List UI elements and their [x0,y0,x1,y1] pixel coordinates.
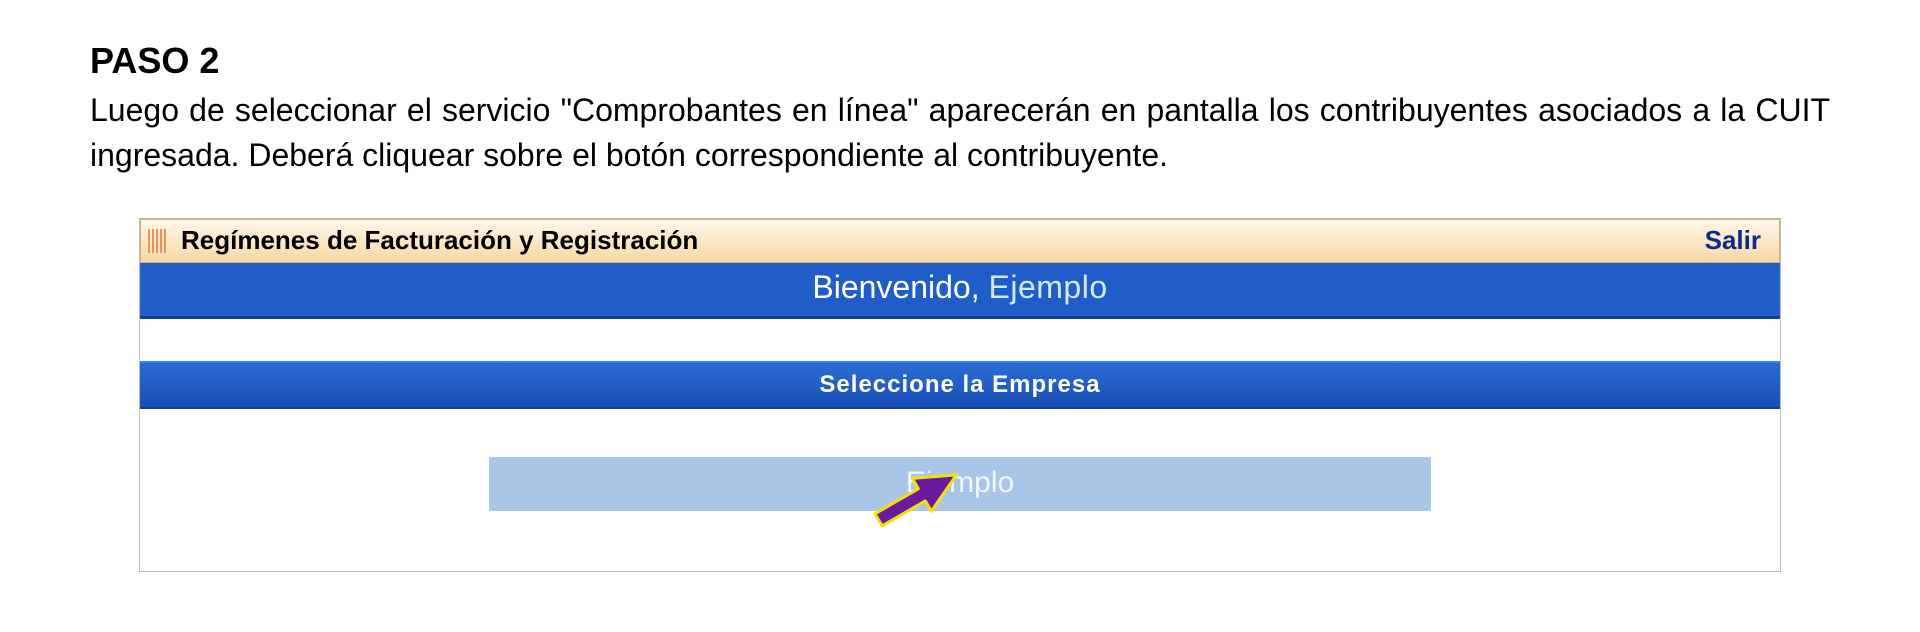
welcome-greeting: Bienvenido, [812,269,979,305]
title-strip-icon [141,220,173,262]
exit-link[interactable]: Salir [1687,225,1779,256]
welcome-bar: Bienvenido, Ejemplo [140,263,1780,319]
spacer [140,319,1780,361]
app-window: Regímenes de Facturación y Registración … [139,218,1781,572]
step-description: Luego de seleccionar el servicio "Compro… [90,88,1830,178]
pointer-arrow-icon [860,453,970,533]
titlebar: Regímenes de Facturación y Registración … [140,219,1780,263]
titlebar-title: Regímenes de Facturación y Registración [181,225,1687,256]
select-company-prompt: Seleccione la Empresa [140,361,1780,409]
welcome-user: Ejemplo [989,269,1108,305]
company-area: Ejemplo [140,409,1780,571]
step-heading: PASO 2 [90,40,1830,82]
